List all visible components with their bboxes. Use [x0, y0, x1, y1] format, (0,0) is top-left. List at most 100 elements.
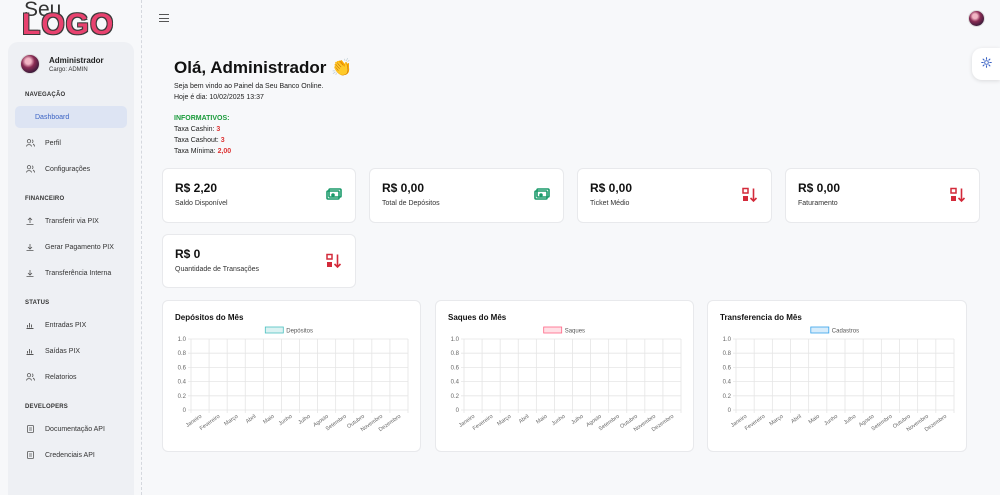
- x-tick-label: Abril: [245, 414, 257, 425]
- sidebar-item-transferir-pix[interactable]: Transferir via PIX: [15, 210, 127, 232]
- sidebar-item-label: Saídas PIX: [45, 347, 81, 355]
- sidebar-item-gerar-pagamento[interactable]: Gerar Pagamento PIX: [15, 236, 127, 258]
- taxa-minima-value: 2,00: [217, 148, 232, 155]
- sidebar-item-label: Transferir via PIX: [45, 217, 99, 225]
- stat-card-faturamento: R$ 0,00 Faturamento: [785, 168, 980, 223]
- sidebar: Administrador Cargo: ADMIN NAVEGAÇÃO Das…: [8, 42, 134, 495]
- sidebar-item-documentacao-api[interactable]: Documentação API: [15, 418, 127, 440]
- y-tick-label: 0.6: [451, 365, 460, 371]
- stat-card-transacoes: R$ 0 Quantidade de Transações: [162, 234, 356, 288]
- x-tick-label: Abril: [790, 414, 802, 425]
- sidebar-divider: [141, 0, 142, 495]
- x-tick-label: Setembro: [598, 414, 621, 433]
- y-tick-label: 0.8: [723, 351, 732, 357]
- section-title-developers: DEVELOPERS: [25, 404, 69, 410]
- x-tick-label: Junho: [551, 414, 567, 428]
- user-profile[interactable]: Administrador Cargo: ADMIN: [20, 54, 104, 74]
- gear-icon: [980, 55, 992, 73]
- sidebar-item-transferencia-interna[interactable]: Transferência Interna: [15, 262, 127, 284]
- y-tick-label: 0.2: [178, 394, 187, 400]
- x-tick-label: Maio: [535, 414, 548, 426]
- y-tick-label: 0.8: [178, 351, 187, 357]
- avatar: [20, 54, 40, 74]
- sidebar-item-label: Relatorios: [45, 373, 77, 381]
- y-tick-label: 1.0: [451, 337, 460, 343]
- stat-value: R$ 0,00: [798, 181, 841, 195]
- sort-icon: [742, 187, 758, 203]
- taxa-minima-label: Taxa Mínima:: [174, 148, 216, 155]
- legend-swatch: [810, 326, 830, 334]
- stat-caption: Total de Depósitos: [382, 200, 440, 207]
- settings-button[interactable]: [972, 48, 1000, 80]
- chart-card-depositos: Depósitos do Mês Depósitos 1.0 0.8 0.6 0.4 0.…: [162, 300, 421, 452]
- sidebar-item-label: Configurações: [45, 165, 91, 173]
- chart-transferencia: Cadastros1.00.80.60.40.20JaneiroFevereir…: [723, 326, 955, 433]
- y-tick-label: 0.4: [723, 380, 732, 386]
- x-tick-label: Setembro: [325, 414, 348, 433]
- sidebar-item-credenciais-api[interactable]: Credenciais API: [15, 444, 127, 466]
- stat-caption: Ticket Médio: [590, 200, 630, 207]
- sidebar-item-dashboard[interactable]: Dashboard: [15, 106, 127, 128]
- users-icon: [25, 164, 35, 174]
- x-tick-label: Maio: [262, 414, 275, 426]
- x-tick-label: Julho: [843, 414, 857, 426]
- sidebar-item-entradas-pix[interactable]: Entradas PIX: [15, 314, 127, 336]
- user-role: Cargo: ADMIN: [49, 66, 88, 73]
- sidebar-item-saidas-pix[interactable]: Saídas PIX: [15, 340, 127, 362]
- chart-icon: [25, 320, 35, 330]
- chart-card-transferencia: Transferencia do Mês Cadastros 1.0 0.8 0.6 0…: [707, 300, 967, 452]
- sidebar-item-label: Perfil: [45, 139, 61, 147]
- legend-label: Saques: [565, 329, 585, 335]
- chart-icon: [25, 346, 35, 356]
- users-icon: [25, 372, 35, 382]
- x-tick-label: Abril: [518, 414, 530, 425]
- sidebar-item-relatorios[interactable]: Relatorios: [15, 366, 127, 388]
- x-tick-label: Março: [496, 414, 512, 428]
- user-name: Administrador: [49, 55, 104, 65]
- y-tick-label: 1.0: [178, 337, 187, 343]
- y-tick-label: 0.2: [451, 394, 460, 400]
- taxa-cashout: Taxa Cashout: 3: [174, 137, 225, 144]
- download-icon: [25, 242, 35, 252]
- sidebar-item-perfil[interactable]: Perfil: [15, 132, 127, 154]
- section-title-status: STATUS: [25, 300, 50, 306]
- legend-swatch: [264, 326, 284, 334]
- y-tick-label: 0: [183, 408, 187, 414]
- y-tick-label: 0: [456, 408, 460, 414]
- stat-value: R$ 0: [175, 247, 201, 261]
- x-tick-label: Julho: [570, 414, 584, 426]
- avatar[interactable]: [968, 10, 985, 27]
- brand-logo: Seu LOGO: [20, 0, 113, 41]
- x-tick-label: Junho: [823, 414, 839, 428]
- sidebar-item-label: Entradas PIX: [45, 321, 87, 329]
- legend-swatch: [543, 326, 563, 334]
- stat-caption: Saldo Disponível: [175, 200, 228, 207]
- y-tick-label: 0.6: [723, 365, 732, 371]
- y-tick-label: 0.2: [723, 394, 732, 400]
- sort-icon: [326, 253, 342, 269]
- stat-value: R$ 0,00: [590, 181, 633, 195]
- document-icon: [25, 450, 35, 460]
- stat-value: R$ 2,20: [175, 181, 218, 195]
- logo-text-logo: LOGO: [22, 8, 115, 41]
- x-tick-label: Fevereiro: [472, 414, 494, 432]
- money-icon: [326, 188, 342, 200]
- stat-card-saldo: R$ 2,20 Saldo Disponível: [162, 168, 356, 223]
- y-tick-label: 0.4: [451, 380, 460, 386]
- x-tick-label: Março: [769, 414, 785, 428]
- sidebar-item-label: Dashboard: [35, 113, 70, 121]
- stat-card-depositos: R$ 0,00 Total de Depósitos: [369, 168, 564, 223]
- y-tick-label: 0.8: [451, 351, 460, 357]
- y-tick-label: 0.4: [178, 380, 187, 386]
- x-tick-label: Março: [223, 414, 239, 428]
- informativos-title: INFORMATIVOS:: [174, 115, 230, 122]
- y-tick-label: 1.0: [723, 337, 732, 343]
- stat-card-ticket-medio: R$ 0,00 Ticket Médio: [577, 168, 772, 223]
- download-icon: [25, 268, 35, 278]
- menu-toggle-button[interactable]: [159, 14, 169, 23]
- taxa-cashout-value: 3: [220, 137, 225, 144]
- welcome-text: Seja bem vindo ao Painel da Seu Banco On…: [174, 83, 324, 90]
- users-icon: [25, 138, 35, 148]
- sidebar-item-configuracoes[interactable]: Configurações: [15, 158, 127, 180]
- chart-saques: Saques1.00.80.60.40.20JaneiroFevereiro Ma…: [451, 326, 682, 433]
